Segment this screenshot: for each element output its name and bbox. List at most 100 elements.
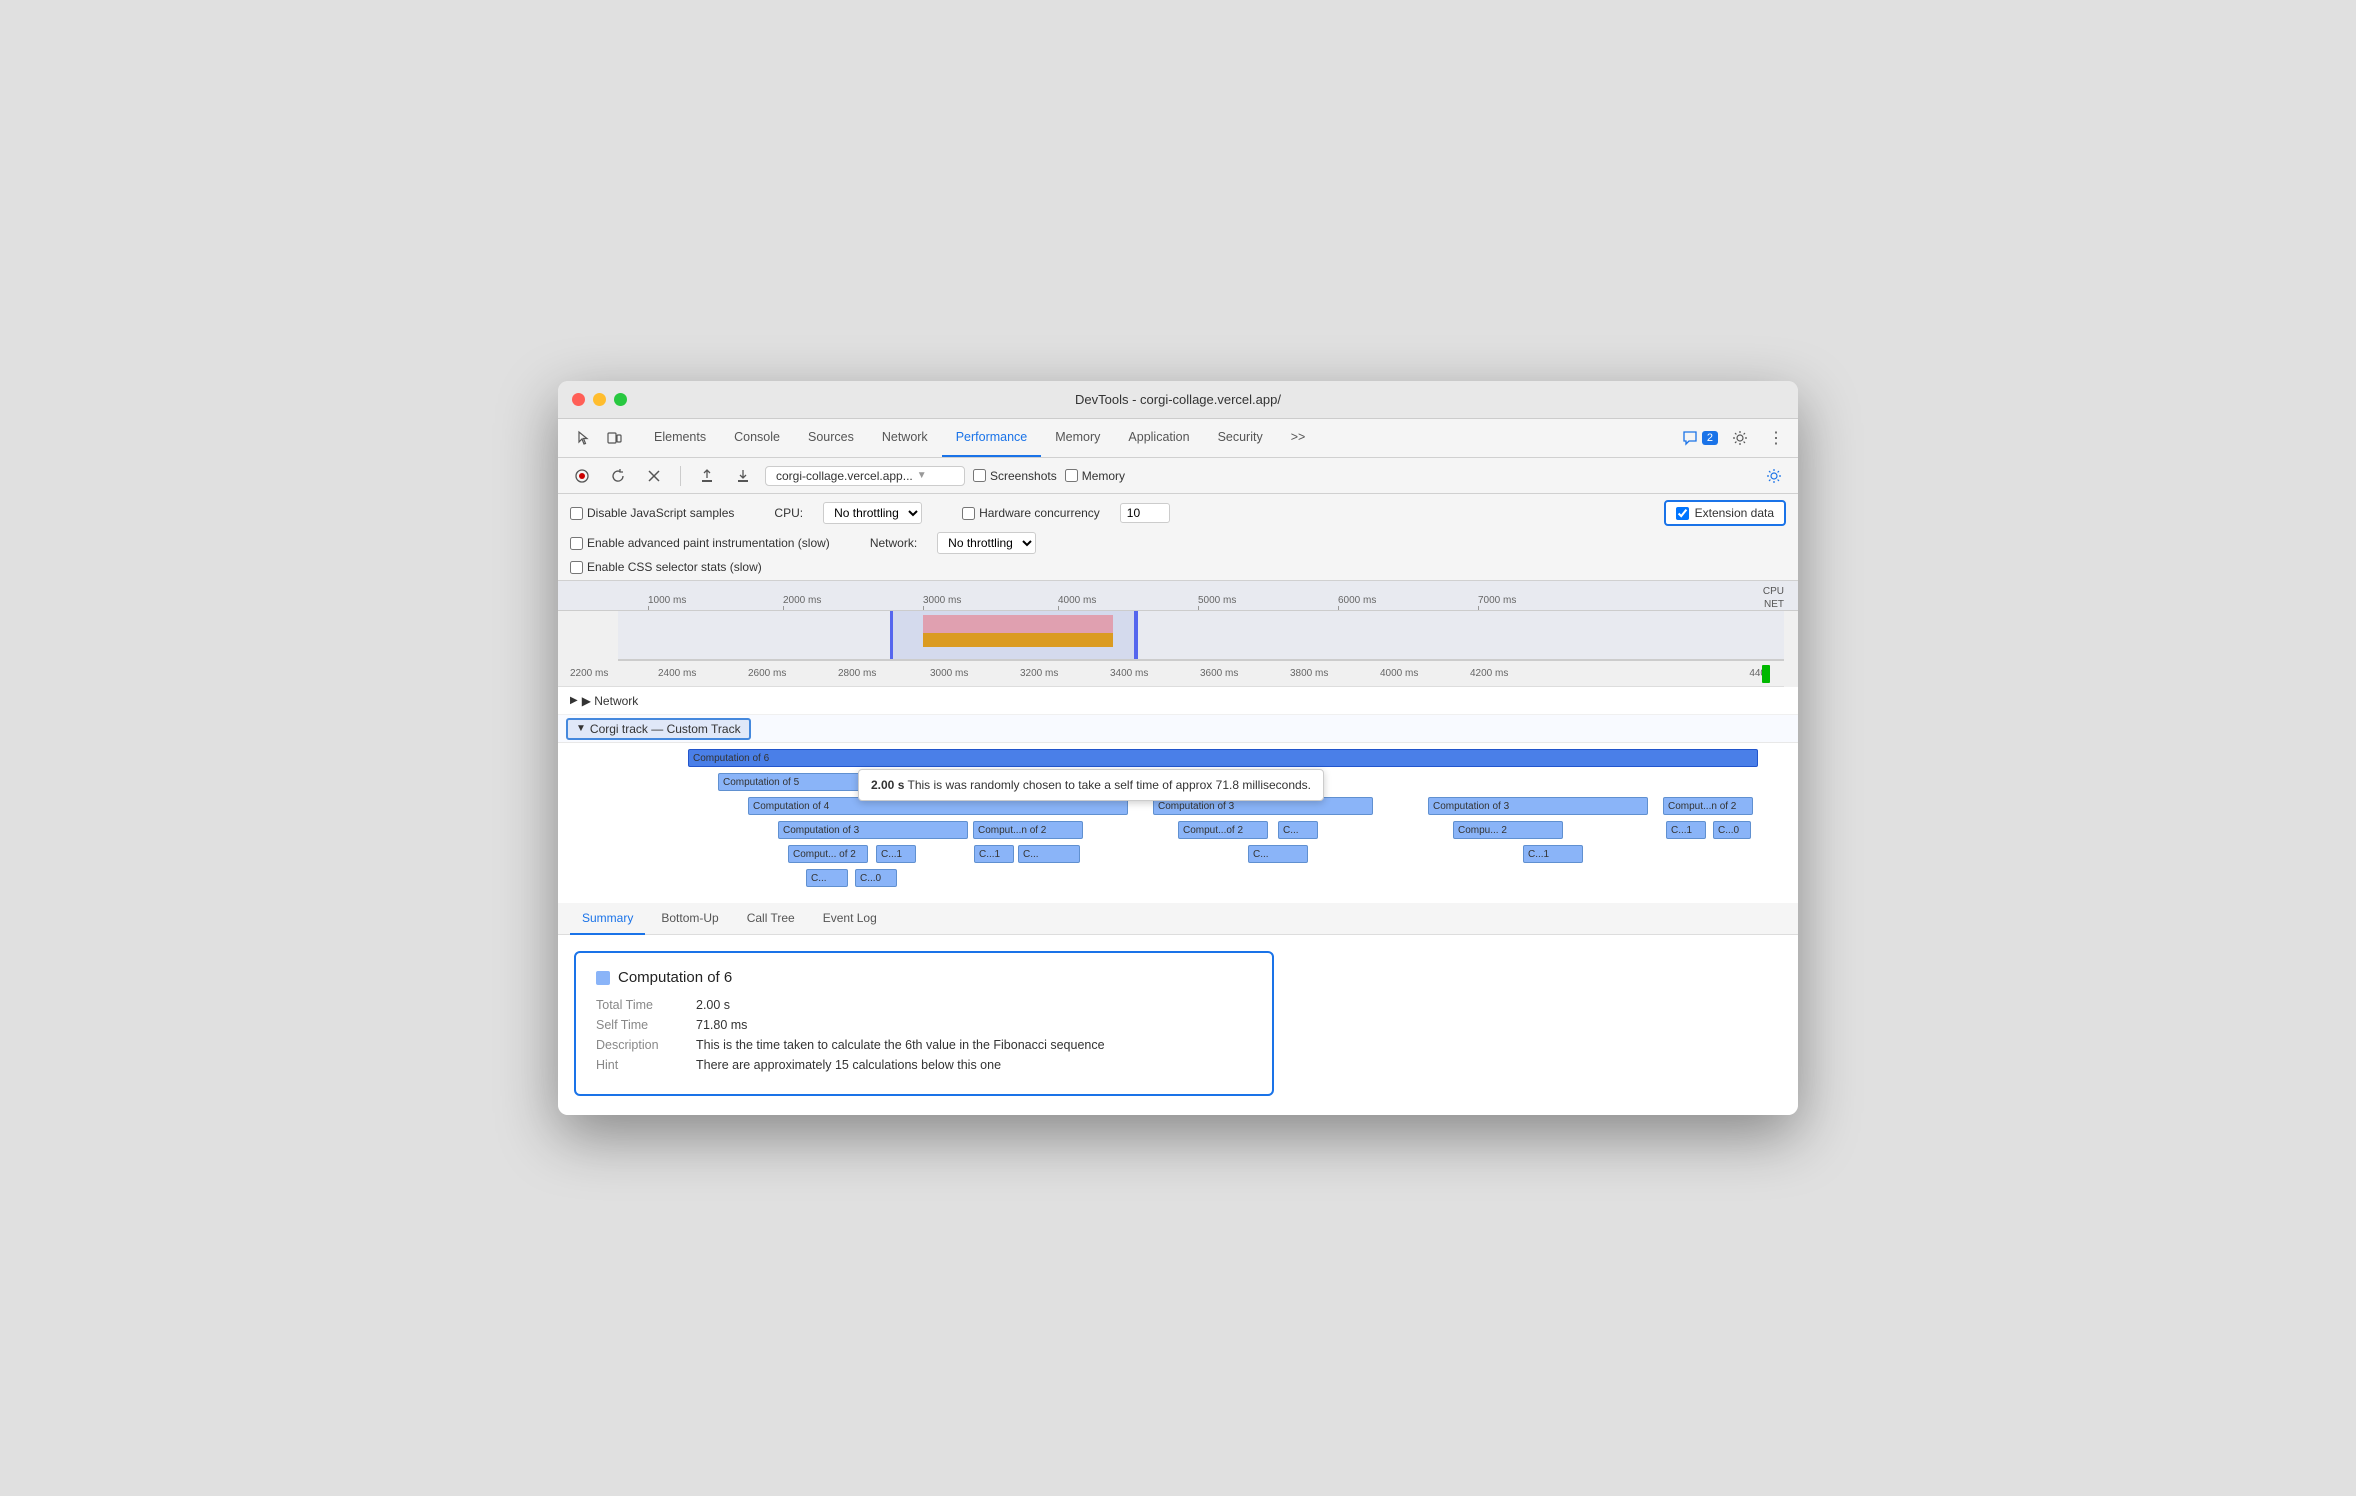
options-row-1: Disable JavaScript samples CPU: No throt… — [570, 500, 1786, 526]
computation-bars-area: Computation of 6 Computation of 5 Comput… — [558, 743, 1798, 903]
selection-region[interactable] — [891, 611, 1136, 659]
devtools-window: DevTools - corgi-collage.vercel.app/ Ele… — [558, 381, 1798, 1115]
comp3-right-label: Computation of 3 — [1158, 801, 1234, 812]
download-icon[interactable] — [729, 462, 757, 490]
enable-css-checkbox[interactable] — [570, 561, 583, 574]
tab-summary[interactable]: Summary — [570, 903, 645, 935]
c1-mid-label: C...1 — [979, 849, 1000, 860]
hw-concurrency-checkbox[interactable] — [962, 507, 975, 520]
c0-b5-bar[interactable]: C...0 — [855, 869, 897, 887]
nav-bar: Elements Console Sources Network Perform… — [558, 419, 1798, 458]
timeline-overview[interactable] — [618, 611, 1784, 661]
c1-mid-bar[interactable]: C...1 — [974, 845, 1014, 863]
upload-icon[interactable] — [693, 462, 721, 490]
network-track-label[interactable]: ▶ ▶ Network — [558, 694, 688, 708]
close-button[interactable] — [572, 393, 585, 406]
hw-concurrency-label[interactable]: Hardware concurrency — [962, 506, 1100, 520]
memory-checkbox[interactable] — [1065, 469, 1078, 482]
self-time-key: Self Time — [596, 1018, 696, 1032]
comp3-farright-label: Computation of 3 — [1433, 801, 1509, 812]
memory-checkbox-label[interactable]: Memory — [1065, 469, 1125, 483]
enable-paint-checkbox[interactable] — [570, 537, 583, 550]
tab-security[interactable]: Security — [1204, 419, 1277, 457]
tab-elements[interactable]: Elements — [640, 419, 720, 457]
tick-5000: 5000 ms — [1198, 595, 1236, 606]
network-label: Network: — [870, 536, 917, 550]
enable-paint-label[interactable]: Enable advanced paint instrumentation (s… — [570, 536, 830, 550]
minimize-button[interactable] — [593, 393, 606, 406]
c-b5-label: C... — [811, 873, 827, 884]
selection-handle-left[interactable] — [890, 611, 893, 659]
detail-tick-3400: 3400 ms — [1110, 668, 1148, 679]
comp2-mid-label: Comput...of 2 — [1183, 825, 1243, 836]
selection-handle-right[interactable] — [1135, 611, 1138, 659]
tick-6000: 6000 ms — [1338, 595, 1376, 606]
c-b5-bar[interactable]: C... — [806, 869, 848, 887]
tab-network[interactable]: Network — [868, 419, 942, 457]
settings-icon[interactable] — [1726, 424, 1754, 452]
extension-data-checkbox[interactable] — [1676, 507, 1689, 520]
detail-tick-3600: 3600 ms — [1200, 668, 1238, 679]
summary-icon — [596, 971, 610, 985]
toolbar2-right — [1760, 462, 1788, 490]
record-icon[interactable] — [568, 462, 596, 490]
enable-css-label[interactable]: Enable CSS selector stats (slow) — [570, 560, 762, 574]
comp2-farright-bar[interactable]: Comput...n of 2 — [1663, 797, 1753, 815]
tab-call-tree[interactable]: Call Tree — [735, 903, 807, 935]
tab-sources[interactable]: Sources — [794, 419, 868, 457]
comp6-bar[interactable]: Computation of 6 — [688, 749, 1758, 767]
tab-event-log[interactable]: Event Log — [811, 903, 889, 935]
c-r4-label: C... — [1253, 849, 1269, 860]
more-options-icon[interactable]: ⋮ — [1762, 424, 1790, 452]
detail-tick-2600: 2600 ms — [748, 668, 786, 679]
more-tabs-button[interactable]: >> — [1277, 419, 1320, 457]
c1-comp-bar[interactable]: C...1 — [1523, 845, 1583, 863]
tab-performance[interactable]: Performance — [942, 419, 1042, 457]
comp2-bar[interactable]: Comput...n of 2 — [973, 821, 1083, 839]
disable-js-checkbox[interactable] — [570, 507, 583, 520]
comp2-s-label: Comput... of 2 — [793, 849, 856, 860]
detail-tick-3800: 3800 ms — [1290, 668, 1328, 679]
extension-data-button[interactable]: Extension data — [1664, 500, 1786, 526]
chat-button[interactable]: 2 — [1682, 430, 1718, 446]
url-chevron-icon[interactable]: ▼ — [917, 470, 927, 481]
window-controls — [572, 393, 627, 406]
tab-application[interactable]: Application — [1114, 419, 1203, 457]
comp2-mid-bar[interactable]: Comput...of 2 — [1178, 821, 1268, 839]
c1-bar[interactable]: C...1 — [876, 845, 916, 863]
hw-concurrency-input[interactable] — [1120, 503, 1170, 523]
tick-3000: 3000 ms — [923, 595, 961, 606]
pointer-icon[interactable] — [570, 424, 598, 452]
gear-icon[interactable] — [1760, 462, 1788, 490]
device-toolbar-icon[interactable] — [600, 424, 628, 452]
hint-key: Hint — [596, 1058, 696, 1072]
clear-icon[interactable] — [640, 462, 668, 490]
cpu-throttle-select[interactable]: No throttling — [823, 502, 922, 524]
detail-green-bar — [1762, 665, 1770, 683]
summary-panel: Computation of 6 Total Time 2.00 s Self … — [558, 935, 1798, 1115]
c-bar[interactable]: C... — [1278, 821, 1318, 839]
performance-toolbar: corgi-collage.vercel.app... ▼ Screenshot… — [558, 458, 1798, 494]
c1-comp-label: C...1 — [1528, 849, 1549, 860]
c1-farright-bar[interactable]: C...1 — [1666, 821, 1706, 839]
disable-js-label[interactable]: Disable JavaScript samples — [570, 506, 734, 520]
hint-val: There are approximately 15 calculations … — [696, 1058, 1001, 1072]
c0-farright-bar[interactable]: C...0 — [1713, 821, 1751, 839]
tab-console[interactable]: Console — [720, 419, 794, 457]
reload-record-icon[interactable] — [604, 462, 632, 490]
comp3-bar[interactable]: Computation of 3 — [778, 821, 968, 839]
comp2-r-bar[interactable]: Compu... 2 — [1453, 821, 1563, 839]
comp3-label: Computation of 3 — [783, 825, 859, 836]
c-mid2-bar[interactable]: C... — [1018, 845, 1080, 863]
screenshots-checkbox-label[interactable]: Screenshots — [973, 469, 1057, 483]
maximize-button[interactable] — [614, 393, 627, 406]
tab-bottom-up[interactable]: Bottom-Up — [649, 903, 730, 935]
comp3-farright-bar[interactable]: Computation of 3 — [1428, 797, 1648, 815]
c-r4-bar[interactable]: C... — [1248, 845, 1308, 863]
corgi-track-header[interactable]: ▼ Corgi track — Custom Track — [558, 718, 751, 740]
summary-title-text: Computation of 6 — [618, 969, 732, 986]
comp2-s-bar[interactable]: Comput... of 2 — [788, 845, 868, 863]
tab-memory[interactable]: Memory — [1041, 419, 1114, 457]
screenshots-checkbox[interactable] — [973, 469, 986, 482]
network-throttle-select[interactable]: No throttling — [937, 532, 1036, 554]
